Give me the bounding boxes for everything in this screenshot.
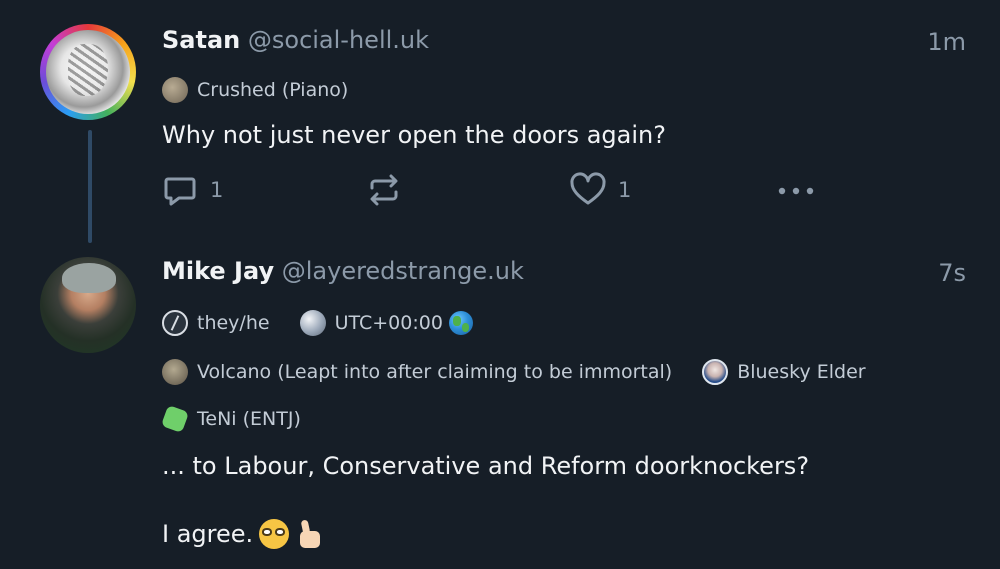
badge-pronouns[interactable]: they/he bbox=[162, 310, 270, 336]
badge-teni[interactable]: TeNi (ENTJ) bbox=[160, 404, 301, 434]
badge-label: Bluesky Elder bbox=[737, 361, 866, 383]
post-time[interactable]: 7s bbox=[938, 259, 966, 287]
like-button[interactable]: 1 bbox=[568, 172, 631, 208]
heart-icon bbox=[570, 172, 606, 205]
post-time[interactable]: 1m bbox=[927, 28, 966, 56]
avatar-mike-jay[interactable] bbox=[40, 257, 136, 353]
like-count: 1 bbox=[618, 178, 632, 202]
badge-label: TeNi (ENTJ) bbox=[197, 408, 301, 430]
badge-volcano[interactable]: Volcano (Leapt into after claiming to be… bbox=[162, 359, 672, 385]
badge-row-3: TeNi (ENTJ) bbox=[160, 404, 331, 434]
post-actions: 1 1 bbox=[162, 172, 822, 212]
badge-row: Crushed (Piano) bbox=[162, 77, 378, 103]
badge-crushed-piano[interactable]: Crushed (Piano) bbox=[162, 77, 348, 103]
badge-label: UTC+00:00 bbox=[334, 312, 443, 334]
post-header: Satan @social-hell.uk bbox=[162, 26, 429, 54]
repost-icon bbox=[370, 174, 398, 206]
post-header: Mike Jay @layeredstrange.uk bbox=[162, 257, 524, 285]
reply-count: 1 bbox=[210, 178, 224, 202]
reply-icon bbox=[164, 177, 196, 206]
pronoun-slash-icon bbox=[162, 310, 188, 336]
earth-icon bbox=[299, 310, 326, 336]
reply-button[interactable]: 1 bbox=[162, 172, 223, 208]
repost-button[interactable] bbox=[364, 172, 404, 208]
post-text-line2-wrap: I agree. bbox=[162, 519, 321, 549]
post-mike-jay[interactable]: Mike Jay @layeredstrange.uk 7s they/he U… bbox=[0, 245, 1000, 569]
more-icon bbox=[778, 187, 814, 195]
nerd-face-emoji-icon bbox=[259, 519, 290, 549]
avatar-image bbox=[46, 30, 130, 114]
volcano-badge-icon bbox=[162, 359, 188, 385]
post-text-line2: I agree. bbox=[162, 520, 254, 548]
badge-label: Volcano (Leapt into after claiming to be… bbox=[197, 361, 673, 383]
author-handle[interactable]: @social-hell.uk bbox=[248, 26, 429, 54]
badge-bluesky-elder[interactable]: Bluesky Elder bbox=[702, 359, 866, 385]
badge-row-2: Volcano (Leapt into after claiming to be… bbox=[162, 359, 896, 385]
badge-row-1: they/he UTC+00:00 bbox=[162, 310, 503, 336]
badge-timezone[interactable]: UTC+00:00 bbox=[299, 310, 473, 336]
post-satan[interactable]: Satan @social-hell.uk 1m Crushed (Piano)… bbox=[0, 0, 1000, 245]
thread-line bbox=[88, 130, 92, 243]
bluesky-elder-icon bbox=[702, 359, 729, 385]
puzzle-badge-icon bbox=[160, 404, 190, 434]
more-options-button[interactable] bbox=[774, 172, 818, 208]
author-name[interactable]: Mike Jay bbox=[162, 257, 274, 285]
post-text-line1: ... to Labour, Conservative and Reform d… bbox=[162, 452, 810, 480]
piano-badge-icon bbox=[162, 77, 188, 103]
thumbs-up-emoji-icon bbox=[293, 519, 321, 549]
badge-label: they/he bbox=[197, 312, 270, 334]
author-name[interactable]: Satan bbox=[162, 26, 240, 54]
globe-emoji-icon bbox=[448, 311, 473, 335]
post-text: Why not just never open the doors again? bbox=[162, 121, 666, 149]
badge-label: Crushed (Piano) bbox=[197, 79, 349, 101]
avatar-satan[interactable] bbox=[40, 24, 136, 120]
author-handle[interactable]: @layeredstrange.uk bbox=[282, 257, 524, 285]
